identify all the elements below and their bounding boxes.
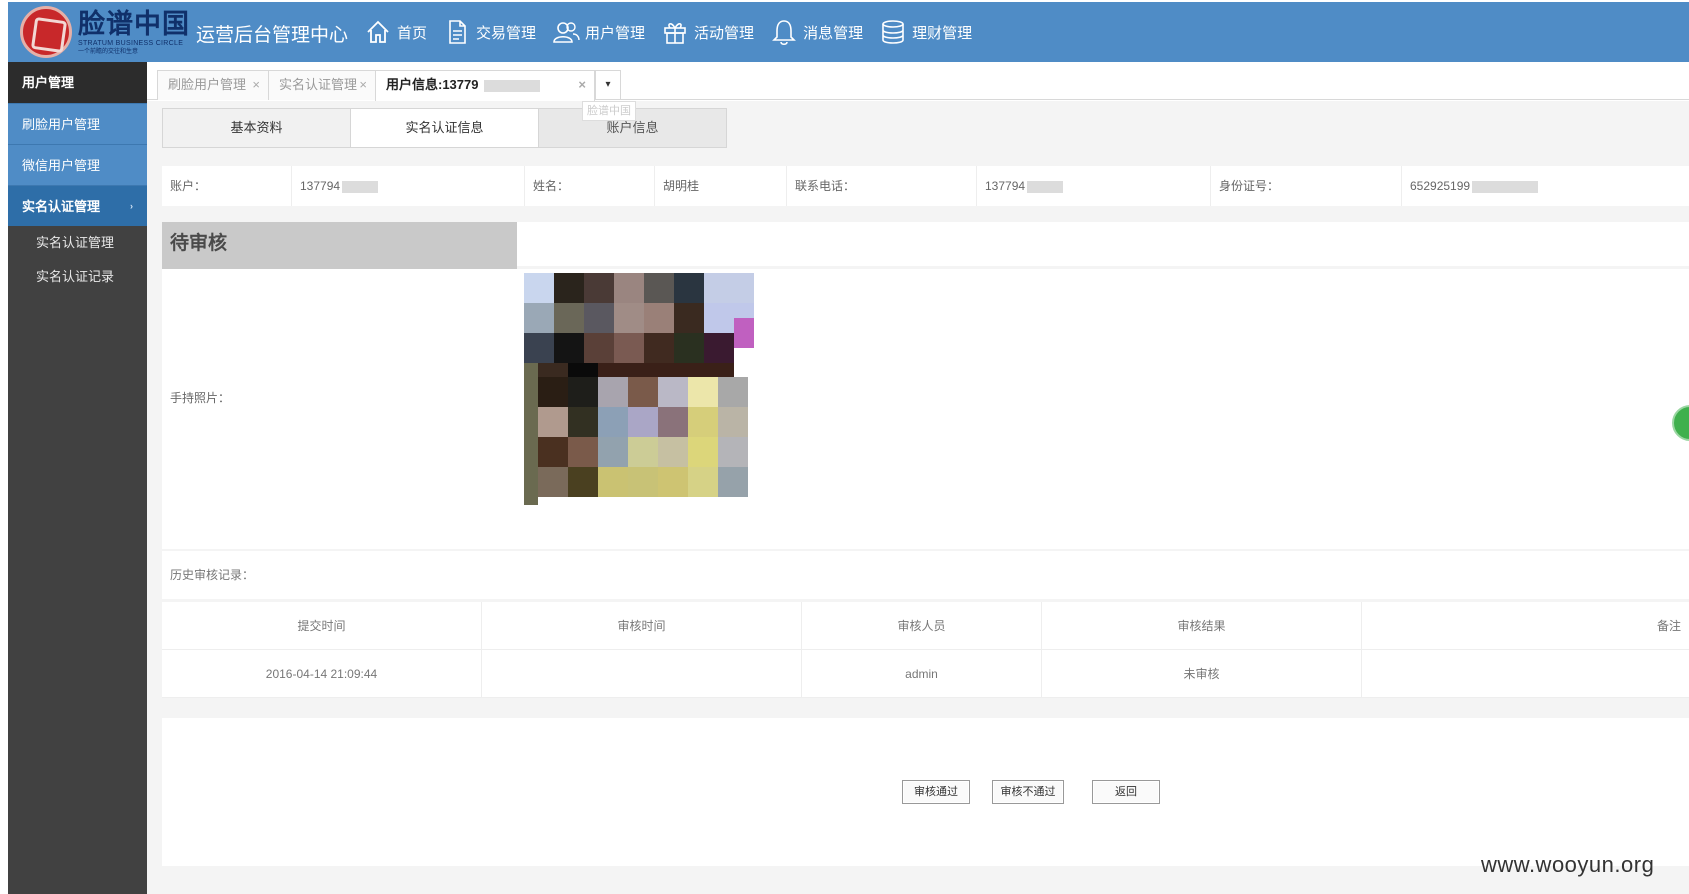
redaction-block — [1027, 180, 1064, 193]
pending-section: 待审核 — [162, 222, 1689, 270]
name-label: 姓名： — [525, 166, 655, 206]
redaction-block — [342, 180, 379, 193]
nav-messages[interactable]: 消息管理 — [770, 18, 863, 46]
close-icon[interactable]: × — [578, 71, 586, 99]
subtab-realname-info[interactable]: 实名认证信息 — [350, 108, 539, 148]
pending-status-label: 待审核 — [162, 222, 517, 270]
handheld-photo-pixelated-image[interactable] — [524, 273, 760, 525]
close-icon[interactable]: × — [252, 71, 260, 99]
id-label: 身份证号： — [1211, 166, 1402, 206]
sidebar-item-label: 刷脸用户管理 — [22, 117, 101, 132]
nav-users-label: 用户管理 — [585, 24, 646, 42]
sidebar-item-label: 微信用户管理 — [22, 158, 101, 173]
id-value-cell: 652925199 — [1402, 166, 1689, 206]
tab-bar: 刷脸用户管理 × 实名认证管理 × 用户信息:13779 × ▾ — [147, 62, 1689, 101]
actions-panel: 审核通过 审核不通过 返回 — [162, 718, 1689, 866]
tab-label: 用户信息:13779 — [386, 77, 479, 92]
back-button[interactable]: 返回 — [1092, 780, 1160, 804]
handheld-photo-label: 手持照片： — [170, 391, 231, 405]
table-row: 2016-04-14 21:09:44 admin 未审核 — [162, 650, 1689, 698]
tooltip: 脸谱中国 — [582, 101, 636, 121]
sidebar-subitem-realname-records[interactable]: 实名认证记录 — [8, 260, 147, 294]
name-value: 胡明桂 — [655, 166, 787, 206]
logo-seal-icon — [20, 6, 72, 58]
nav-users[interactable]: 用户管理 — [552, 18, 645, 46]
watermark: www.wooyun.org — [1481, 852, 1655, 877]
logo-title: 脸谱中国 — [78, 8, 190, 39]
sidebar-item-face-users[interactable]: 刷脸用户管理 — [8, 103, 147, 144]
nav-activity[interactable]: 活动管理 — [661, 18, 754, 46]
logo[interactable]: 脸谱中国 STRATUM BUSINESS CIRCLE 一个前瞻的交往和生意 — [20, 6, 190, 58]
table-cell — [1362, 650, 1689, 698]
subtab-basic-info[interactable]: 基本资料 — [162, 108, 351, 148]
subtab-bar: 基本资料 实名认证信息 账户信息 — [162, 108, 727, 148]
database-icon — [882, 20, 904, 44]
column-header: 审核结果 — [1042, 602, 1362, 650]
handheld-photo-row: 手持照片： — [162, 269, 1689, 549]
sidebar-item-wechat-users[interactable]: 微信用户管理 — [8, 144, 147, 185]
table-header-row: 提交时间 审核时间 审核人员 审核结果 备注 — [162, 602, 1689, 650]
account-value-cell: 137794 — [292, 166, 525, 206]
sidebar-item-label: 实名认证管理 — [22, 199, 101, 214]
nav-finance[interactable]: 理财管理 — [879, 18, 972, 46]
chevron-right-icon: › — [130, 201, 133, 211]
table-cell: 2016-04-14 21:09:44 — [162, 650, 482, 698]
tab-face-users[interactable]: 刷脸用户管理 × — [157, 70, 269, 100]
phone-value: 137794 — [985, 179, 1026, 193]
approve-button[interactable]: 审核通过 — [902, 780, 970, 804]
gift-icon — [664, 23, 686, 44]
logo-slogan: 一个前瞻的交往和生意 — [78, 48, 139, 55]
account-label: 账户： — [162, 166, 292, 206]
column-header: 备注 — [1656, 619, 1681, 633]
tab-label: 实名认证管理 — [279, 77, 358, 92]
id-value: 652925199 — [1410, 179, 1471, 193]
nav-trade[interactable]: 交易管理 — [443, 18, 536, 46]
top-nav: 首页 交易管理 用户管理 活动管理 消息管理 理财管理 — [364, 2, 988, 62]
document-icon — [449, 20, 466, 44]
user-info-row: 账户： 137794 姓名： 胡明桂 联系电话： 137794 身份证号： 65… — [162, 166, 1689, 206]
nav-finance-label: 理财管理 — [912, 24, 973, 42]
bell-icon — [772, 20, 796, 46]
phone-label: 联系电话： — [787, 166, 977, 206]
sidebar-item-realname[interactable]: 实名认证管理 › — [8, 185, 147, 226]
nav-home[interactable]: 首页 — [364, 18, 427, 46]
tab-label: 刷脸用户管理 — [168, 77, 247, 92]
sidebar-heading[interactable]: 用户管理 — [8, 62, 147, 103]
main-content: 基本资料 实名认证信息 账户信息 账户： 137794 姓名： 胡明桂 联系电话… — [147, 101, 1689, 894]
redaction-block — [484, 79, 541, 92]
sidebar-subitem-realname-manage[interactable]: 实名认证管理 — [8, 226, 147, 260]
nav-activity-label: 活动管理 — [694, 24, 755, 42]
account-value: 137794 — [300, 179, 341, 193]
close-icon[interactable]: × — [359, 71, 367, 99]
nav-messages-label: 消息管理 — [803, 24, 864, 42]
users-icon — [553, 22, 580, 43]
history-table: 提交时间 审核时间 审核人员 审核结果 备注 2016-04-14 21:09:… — [162, 602, 1689, 698]
phone-value-cell: 137794 — [977, 166, 1211, 206]
nav-trade-label: 交易管理 — [476, 24, 537, 42]
table-cell: admin — [802, 650, 1042, 698]
history-section: 历史审核记录： — [162, 551, 1689, 599]
column-header: 审核时间 — [482, 602, 802, 650]
history-label: 历史审核记录： — [170, 568, 255, 582]
reject-button[interactable]: 审核不通过 — [992, 780, 1064, 804]
table-cell: 未审核 — [1042, 650, 1362, 698]
column-header: 审核人员 — [802, 602, 1042, 650]
table-cell — [482, 650, 802, 698]
nav-home-label: 首页 — [397, 24, 428, 42]
tab-dropdown-button[interactable]: ▾ — [595, 70, 621, 100]
redaction-block — [1472, 180, 1539, 193]
app-title: 运营后台管理中心 — [196, 25, 349, 46]
tab-user-info[interactable]: 用户信息:13779 × — [375, 70, 595, 101]
tab-realname[interactable]: 实名认证管理 × — [268, 70, 376, 100]
home-icon — [367, 20, 389, 43]
sidebar: 用户管理 刷脸用户管理 微信用户管理 实名认证管理 › 实名认证管理 实名认证记… — [8, 62, 147, 894]
column-header: 提交时间 — [162, 602, 482, 650]
logo-subtitle: STRATUM BUSINESS CIRCLE — [78, 39, 184, 47]
top-header: 脸谱中国 STRATUM BUSINESS CIRCLE 一个前瞻的交往和生意 … — [8, 2, 1689, 62]
